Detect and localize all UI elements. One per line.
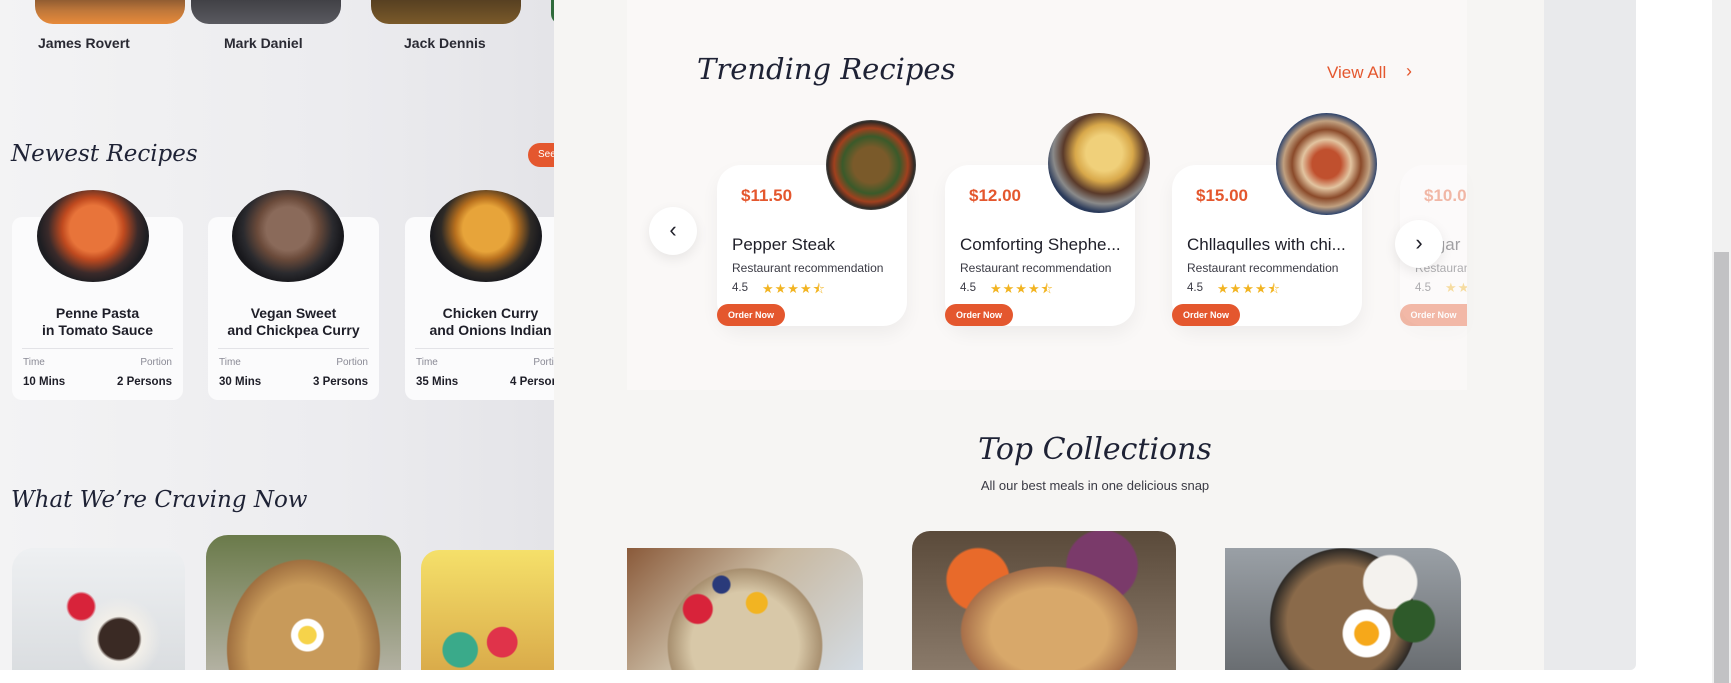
portion-value: 4 Persons (510, 376, 554, 388)
portion-value: 2 Persons (117, 376, 172, 388)
scrollbar-thumb[interactable] (1714, 252, 1729, 683)
chef-name[interactable]: Jack Dennis (404, 35, 486, 51)
left-page-panel: James Rovert Mark Daniel Jack Dennis New… (0, 0, 554, 670)
chef-name[interactable]: Mark Daniel (224, 35, 303, 51)
top-collections-subtitle: All our best meals in one delicious snap (980, 478, 1210, 493)
portion-label: Portion (140, 357, 172, 368)
time-value: 30 Mins (219, 376, 262, 388)
portion-label: Portion (533, 357, 554, 368)
divider (218, 348, 369, 349)
collection-image[interactable] (627, 548, 863, 670)
recipe-image (37, 190, 149, 282)
recipe-website-viewport: James Rovert Mark Daniel Jack Dennis New… (0, 0, 1731, 683)
recipe-name: Chicken Curry and Onions Indian (429, 305, 552, 338)
craving-title: What We’re Craving Now (11, 487, 308, 513)
portion-label: Portion (336, 357, 368, 368)
collection-image[interactable] (1225, 548, 1461, 670)
chef-photo[interactable] (191, 0, 341, 24)
top-collections-title: Top Collections (978, 432, 1212, 467)
time-value: 35 Mins (416, 376, 459, 388)
divider (22, 348, 173, 349)
time-label: Time (219, 357, 241, 368)
recipe-name: Penne Pasta in Tomato Sauce (42, 305, 153, 338)
recipe-image (430, 190, 542, 282)
chef-photo[interactable] (35, 0, 185, 24)
newest-recipes-title: Newest Recipes (11, 141, 198, 167)
craving-image[interactable] (206, 535, 401, 670)
chef-photo[interactable] (371, 0, 521, 24)
recipe-image (232, 190, 344, 282)
time-label: Time (23, 357, 45, 368)
craving-image[interactable] (12, 548, 185, 670)
craving-image[interactable] (421, 550, 554, 670)
recipe-name: Vegan Sweet and Chickpea Curry (227, 305, 360, 338)
collection-image[interactable] (912, 531, 1176, 670)
chef-name[interactable]: James Rovert (38, 35, 130, 51)
time-label: Time (416, 357, 438, 368)
see-all-button[interactable]: See (528, 143, 554, 167)
divider (415, 348, 554, 349)
portion-value: 3 Persons (313, 376, 368, 388)
time-value: 10 Mins (23, 376, 66, 388)
